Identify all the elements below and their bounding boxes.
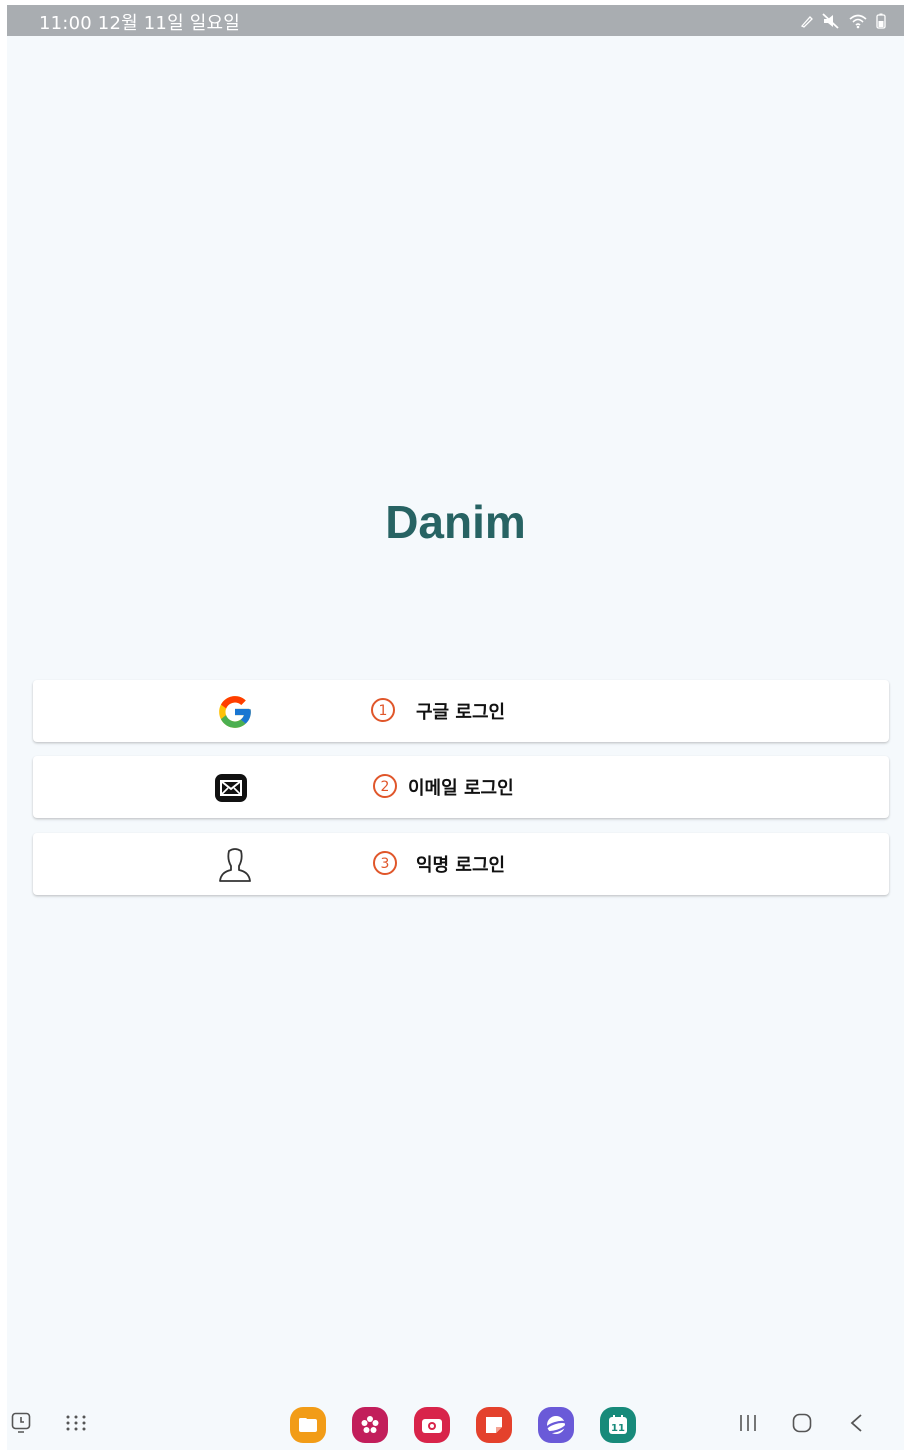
camera-app-icon[interactable] [414,1407,450,1443]
my-files-app-icon[interactable] [290,1407,326,1443]
recent-apps-icon[interactable] [738,1413,758,1437]
screen: 11:00 12월 11일 일요일 Danim 1 구글 로그인 2 이메일 로… [7,5,904,1450]
svg-text:1: 1 [379,703,388,719]
svg-text:2: 2 [381,779,390,795]
internet-app-icon[interactable] [538,1407,574,1443]
calendar-app-icon[interactable]: 11 [600,1407,636,1443]
status-bar: 11:00 12월 11일 일요일 [7,5,904,36]
svg-text:11: 11 [611,1423,625,1434]
notes-app-icon[interactable] [476,1407,512,1443]
status-icons [800,12,886,30]
anonymous-login-button[interactable]: 3 익명 로그인 [33,833,889,895]
email-login-button[interactable]: 2 이메일 로그인 [33,756,889,818]
battery-icon [876,13,886,29]
taskbar: 11 [7,1398,904,1450]
google-icon [215,693,255,731]
mail-icon [211,769,251,807]
svg-text:3: 3 [381,856,390,872]
bixby-app-icon[interactable] [352,1407,388,1443]
google-login-label: 구글 로그인 [416,702,506,723]
back-icon[interactable] [849,1413,863,1437]
status-time-date: 11:00 12월 11일 일요일 [39,13,241,34]
wifi-icon [849,14,867,29]
app-drawer-icon[interactable] [65,1414,87,1436]
mute-icon [822,13,839,29]
annotation-number-1: 1 [371,698,395,722]
annotation-number-2: 2 [373,774,397,798]
annotation-number-3: 3 [373,851,397,875]
anonymous-login-label: 익명 로그인 [416,855,506,876]
pen-icon [800,16,813,28]
screen-recorder-icon[interactable] [11,1412,31,1438]
email-login-label: 이메일 로그인 [408,778,514,799]
person-icon [215,846,255,884]
home-icon[interactable] [792,1413,812,1437]
app-title: Danim [385,496,526,548]
google-login-button[interactable]: 1 구글 로그인 [33,680,889,742]
